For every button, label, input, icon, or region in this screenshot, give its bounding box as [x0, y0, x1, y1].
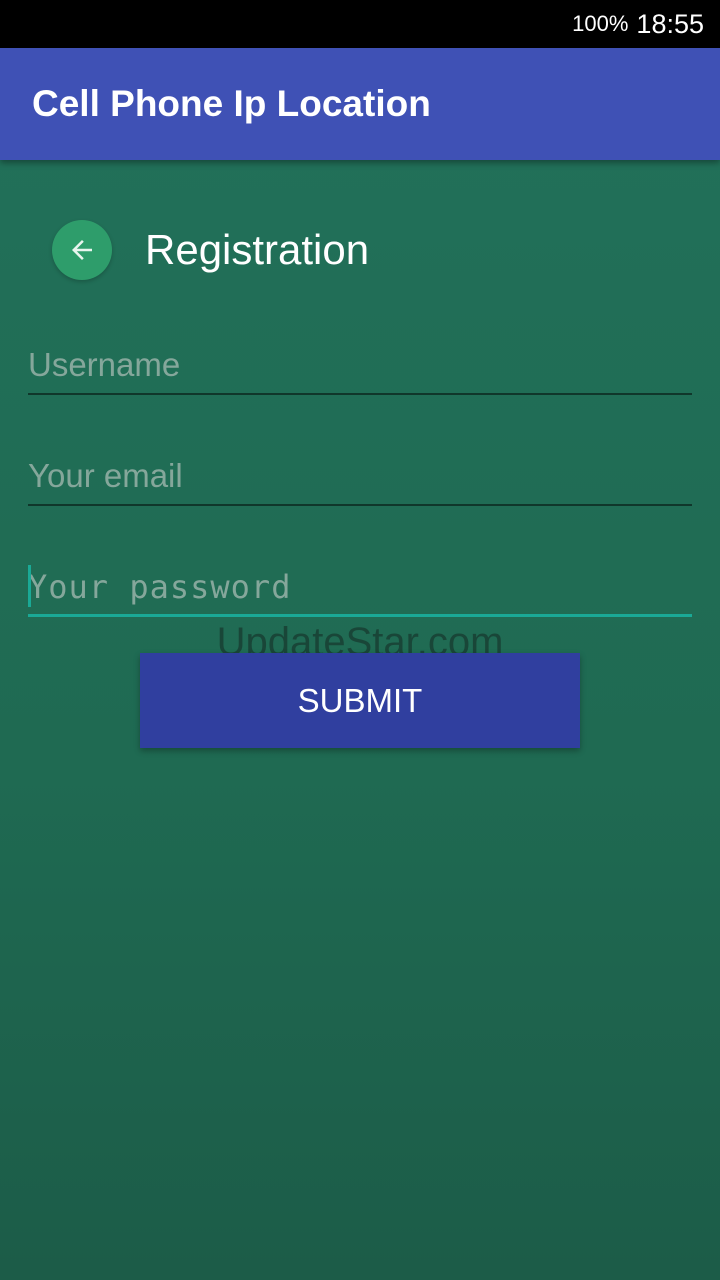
- submit-button[interactable]: SUBMIT: [140, 653, 580, 748]
- page-title: Registration: [145, 226, 370, 273]
- email-field-container: [28, 448, 692, 506]
- password-input[interactable]: [28, 559, 692, 614]
- clock: 18:55: [636, 8, 704, 39]
- app-bar: Cell Phone Ip Location: [0, 48, 720, 160]
- app-title: Cell Phone Ip Location: [32, 83, 431, 124]
- status-bar: 100% 18:55: [0, 0, 720, 48]
- registration-header: Registration: [52, 220, 369, 280]
- battery-level: 100%: [572, 11, 629, 36]
- email-input[interactable]: [28, 448, 692, 504]
- arrow-left-icon: [72, 240, 92, 260]
- back-button[interactable]: [52, 220, 112, 280]
- username-input[interactable]: [28, 337, 692, 393]
- password-field-container: [28, 559, 692, 617]
- username-field-container: [28, 337, 692, 395]
